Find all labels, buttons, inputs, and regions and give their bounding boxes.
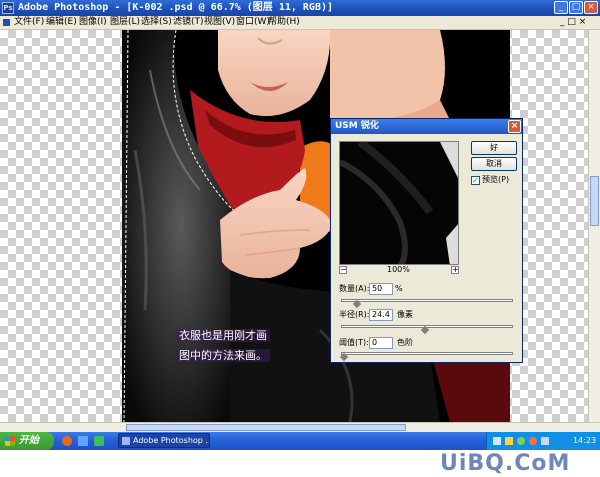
quick-launch-media-icon[interactable] — [94, 436, 104, 446]
menu-filter[interactable]: 滤镜(T) — [173, 16, 204, 29]
menu-layer[interactable]: 图层(L) — [110, 16, 140, 29]
system-tray: 14:23 — [486, 432, 600, 450]
tray-misc-icon[interactable] — [541, 437, 549, 445]
radius-label: 半径(R): — [339, 310, 370, 319]
menu-window[interactable]: 窗口(W) — [236, 16, 270, 29]
preview-label: 预览(P) — [482, 175, 510, 184]
photoshop-app-icon: Ps — [2, 2, 14, 14]
threshold-input[interactable]: 0 — [369, 337, 393, 349]
tray-clock[interactable]: 14:23 — [573, 435, 596, 447]
tray-volume-icon[interactable] — [505, 437, 513, 445]
radius-unit: 像素 — [397, 310, 413, 319]
menu-view[interactable]: 视图(V) — [204, 16, 235, 29]
preview-checkbox[interactable]: ✓ — [471, 176, 480, 185]
windows-logo-icon — [5, 436, 15, 446]
maximize-button[interactable]: □ — [569, 1, 583, 14]
tray-network-icon[interactable] — [493, 437, 501, 445]
doc-window-controls[interactable]: _ □ × — [560, 16, 586, 29]
vertical-scroll-thumb[interactable] — [590, 176, 599, 226]
quick-launch-desktop-icon[interactable] — [78, 436, 88, 446]
amount-slider-track[interactable] — [341, 299, 513, 302]
filter-preview[interactable] — [339, 141, 459, 265]
horizontal-scroll-thumb[interactable] — [126, 424, 406, 431]
amount-label: 数量(A): — [339, 284, 370, 293]
radius-input[interactable]: 24.4 — [369, 309, 393, 321]
zoom-out-button[interactable]: − — [339, 266, 347, 274]
threshold-label: 阈值(T): — [339, 338, 369, 347]
vertical-scrollbar[interactable] — [588, 30, 600, 422]
zoom-in-button[interactable]: + — [451, 266, 459, 274]
menu-image[interactable]: 图像(I) — [79, 16, 107, 29]
tray-security-icon[interactable] — [529, 437, 537, 445]
zoom-level: 100% — [387, 265, 410, 274]
menu-select[interactable]: 选择(S) — [141, 16, 172, 29]
photoshop-task-icon — [122, 436, 130, 445]
tray-app-icon[interactable] — [517, 437, 525, 445]
menu-edit[interactable]: 编辑(E) — [46, 16, 77, 29]
minimize-button[interactable]: _ — [554, 1, 568, 14]
start-button[interactable]: 开始 — [0, 432, 54, 450]
threshold-unit: 色阶 — [397, 338, 413, 347]
document-icon — [3, 19, 10, 26]
site-watermark: UiBQ.CoM — [440, 451, 571, 476]
amount-unit: % — [395, 284, 403, 293]
threshold-slider-track[interactable] — [341, 352, 513, 355]
taskbar: 开始 Adobe Photoshop ... 14:23 — [0, 432, 600, 450]
preview-image — [340, 142, 458, 264]
amount-input[interactable]: 50 — [369, 283, 393, 295]
menu-file[interactable]: 文件(F) — [14, 16, 44, 29]
start-label: 开始 — [19, 435, 39, 446]
close-button[interactable]: × — [584, 1, 598, 14]
ok-button[interactable]: 好 — [471, 141, 517, 155]
dialog-title-bar[interactable]: USM 锐化 × — [331, 119, 522, 134]
dialog-close-button[interactable]: × — [508, 120, 521, 133]
menu-help[interactable]: 帮助(H) — [268, 16, 300, 29]
caption-line-2: 图中的方法来画。 — [176, 348, 270, 364]
usm-sharpen-dialog: USM 锐化 × 好 取消 ✓ 预览(P) − 100% + 数量(A): 50… — [330, 118, 523, 363]
menu-bar: 文件(F) 编辑(E) 图像(I) 图层(L) 选择(S) 滤镜(T) 视图(V… — [0, 16, 600, 30]
quick-launch-ie-icon[interactable] — [62, 436, 72, 446]
caption-line-1: 衣服也是用刚才画 — [176, 328, 270, 344]
dialog-title: USM 锐化 — [335, 121, 379, 131]
taskbar-task-label: Adobe Photoshop ... — [133, 436, 210, 445]
watermark-strip: UiBQ.CoM — [0, 450, 600, 477]
horizontal-scrollbar[interactable] — [0, 422, 600, 432]
window-title-bar[interactable]: Ps Adobe Photoshop - [K-002 .psd @ 66.7%… — [0, 0, 600, 16]
window-title: Adobe Photoshop - [K-002 .psd @ 66.7% (图… — [18, 2, 334, 13]
cancel-button[interactable]: 取消 — [471, 157, 517, 171]
taskbar-photoshop-button[interactable]: Adobe Photoshop ... — [118, 433, 210, 448]
